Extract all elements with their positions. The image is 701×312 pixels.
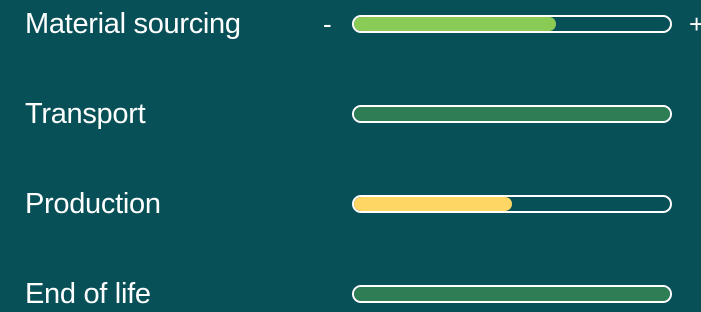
impact-label: Production bbox=[25, 188, 161, 220]
impact-slider-fill bbox=[354, 107, 670, 121]
impact-slider[interactable] bbox=[352, 15, 672, 33]
increase-button[interactable]: + bbox=[689, 2, 701, 46]
impact-row-production: Production bbox=[0, 182, 701, 226]
impact-label: End of life bbox=[25, 278, 151, 310]
impact-slider[interactable] bbox=[352, 285, 672, 303]
impact-panel: Material sourcing - + Transport Producti… bbox=[0, 0, 701, 312]
impact-label: Material sourcing bbox=[25, 8, 241, 40]
impact-slider-fill bbox=[354, 197, 512, 211]
impact-row-transport: Transport bbox=[0, 92, 701, 136]
impact-slider[interactable] bbox=[352, 195, 672, 213]
impact-slider-fill bbox=[354, 287, 670, 301]
impact-slider-fill bbox=[354, 17, 557, 31]
impact-slider[interactable] bbox=[352, 105, 672, 123]
decrease-button[interactable]: - bbox=[323, 2, 332, 46]
impact-row-material-sourcing: Material sourcing - + bbox=[0, 2, 701, 46]
impact-row-end-of-life: End of life bbox=[0, 272, 701, 312]
impact-label: Transport bbox=[25, 98, 146, 130]
